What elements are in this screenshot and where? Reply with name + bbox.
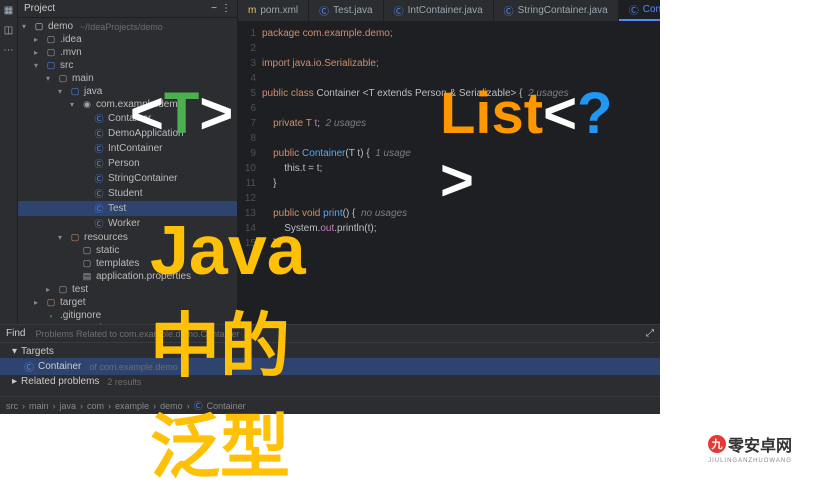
tree-folder[interactable]: ▸▢.idea <box>18 33 237 46</box>
editor-area: mpom.xml ⒸTest.java ⒸIntContainer.java Ⓒ… <box>238 0 660 324</box>
project-header[interactable]: Project − ⋮ <box>18 0 237 18</box>
code-area[interactable]: 123456789101112131415 package com.exampl… <box>238 22 660 324</box>
tree-class[interactable]: ⒸDemoApplication <box>18 126 237 141</box>
tab-intcontainer[interactable]: ⒸIntContainer.java <box>384 0 494 21</box>
tab-container-active[interactable]: ⒸContainer.java <box>619 0 660 21</box>
tree-folder[interactable]: ▾▢java <box>18 85 237 98</box>
tree-folder[interactable]: ▸▢test <box>18 283 237 296</box>
find-tab[interactable]: Find <box>6 328 25 339</box>
find-related[interactable]: ▸Related problems 2 results <box>0 375 660 388</box>
find-header: Find Problems Related to com.example.dem… <box>0 325 660 343</box>
project-tree: ▾▢demo~/IdeaProjects/demo ▸▢.idea ▸▢.mvn… <box>18 18 237 324</box>
tab-pom[interactable]: mpom.xml <box>238 0 309 21</box>
tree-folder[interactable]: ▸▢target <box>18 296 237 309</box>
pin-icon[interactable]: ⤢ <box>646 328 654 339</box>
find-panel: Find Problems Related to com.example.dem… <box>0 324 660 396</box>
tree-folder[interactable]: ▸▢.mvn <box>18 46 237 59</box>
gutter: 123456789101112131415 <box>238 26 262 324</box>
tool-strip: ▦ ◫ ⋯ <box>0 0 18 324</box>
ide-window: ▦ ◫ ⋯ Project − ⋮ ▾▢demo~/IdeaProjects/d… <box>0 0 660 414</box>
tree-class[interactable]: ⒸWorker <box>18 216 237 231</box>
tab-stringcontainer[interactable]: ⒸStringContainer.java <box>494 0 619 21</box>
tree-file[interactable]: ◦.gitignore <box>18 309 237 322</box>
settings-icon[interactable]: ⋮ <box>221 3 231 14</box>
project-panel: Project − ⋮ ▾▢demo~/IdeaProjects/demo ▸▢… <box>18 0 238 324</box>
tool-icon[interactable]: ◫ <box>3 24 15 36</box>
tree-class-selected[interactable]: ⒸTest <box>18 201 237 216</box>
tool-icon[interactable]: ▦ <box>3 4 15 16</box>
project-label: Project <box>24 3 55 14</box>
tree-root[interactable]: ▾▢demo~/IdeaProjects/demo <box>18 20 237 33</box>
tree-package[interactable]: ▾◉com.example.demo <box>18 98 237 111</box>
tree-folder[interactable]: ▾▢main <box>18 72 237 85</box>
source[interactable]: package com.example.demo; import java.io… <box>262 26 660 324</box>
find-targets[interactable]: ▾Targets <box>0 345 660 358</box>
tree-class[interactable]: ⒸContainer <box>18 111 237 126</box>
find-title: Problems Related to com.example.demo.Con… <box>35 329 239 339</box>
tab-test[interactable]: ⒸTest.java <box>309 0 383 21</box>
tree-folder[interactable]: ▢static <box>18 244 237 257</box>
tool-icon[interactable]: ⋯ <box>3 44 15 56</box>
breadcrumb: src›main›java›com›example›demo›ⒸContaine… <box>0 396 660 414</box>
tree-folder[interactable]: ▾▢resources <box>18 231 237 244</box>
main-area: ▦ ◫ ⋯ Project − ⋮ ▾▢demo~/IdeaProjects/d… <box>0 0 660 324</box>
find-results: ▾Targets ⒸContainer of com.example.demo … <box>0 343 660 390</box>
tree-class[interactable]: ⒸPerson <box>18 156 237 171</box>
tree-class[interactable]: ⒸIntContainer <box>18 141 237 156</box>
watermark-logo: 九零安卓网 JIULINGANZHUOWANG <box>708 432 792 464</box>
tree-folder[interactable]: ▾▢src <box>18 59 237 72</box>
collapse-icon[interactable]: − <box>211 3 217 14</box>
tree-class[interactable]: ⒸStudent <box>18 186 237 201</box>
find-result-selected[interactable]: ⒸContainer of com.example.demo <box>0 358 660 375</box>
tree-file[interactable]: ▤application.properties <box>18 270 237 283</box>
tree-class[interactable]: ⒸStringContainer <box>18 171 237 186</box>
editor-tabs: mpom.xml ⒸTest.java ⒸIntContainer.java Ⓒ… <box>238 0 660 22</box>
tree-folder[interactable]: ▢templates <box>18 257 237 270</box>
